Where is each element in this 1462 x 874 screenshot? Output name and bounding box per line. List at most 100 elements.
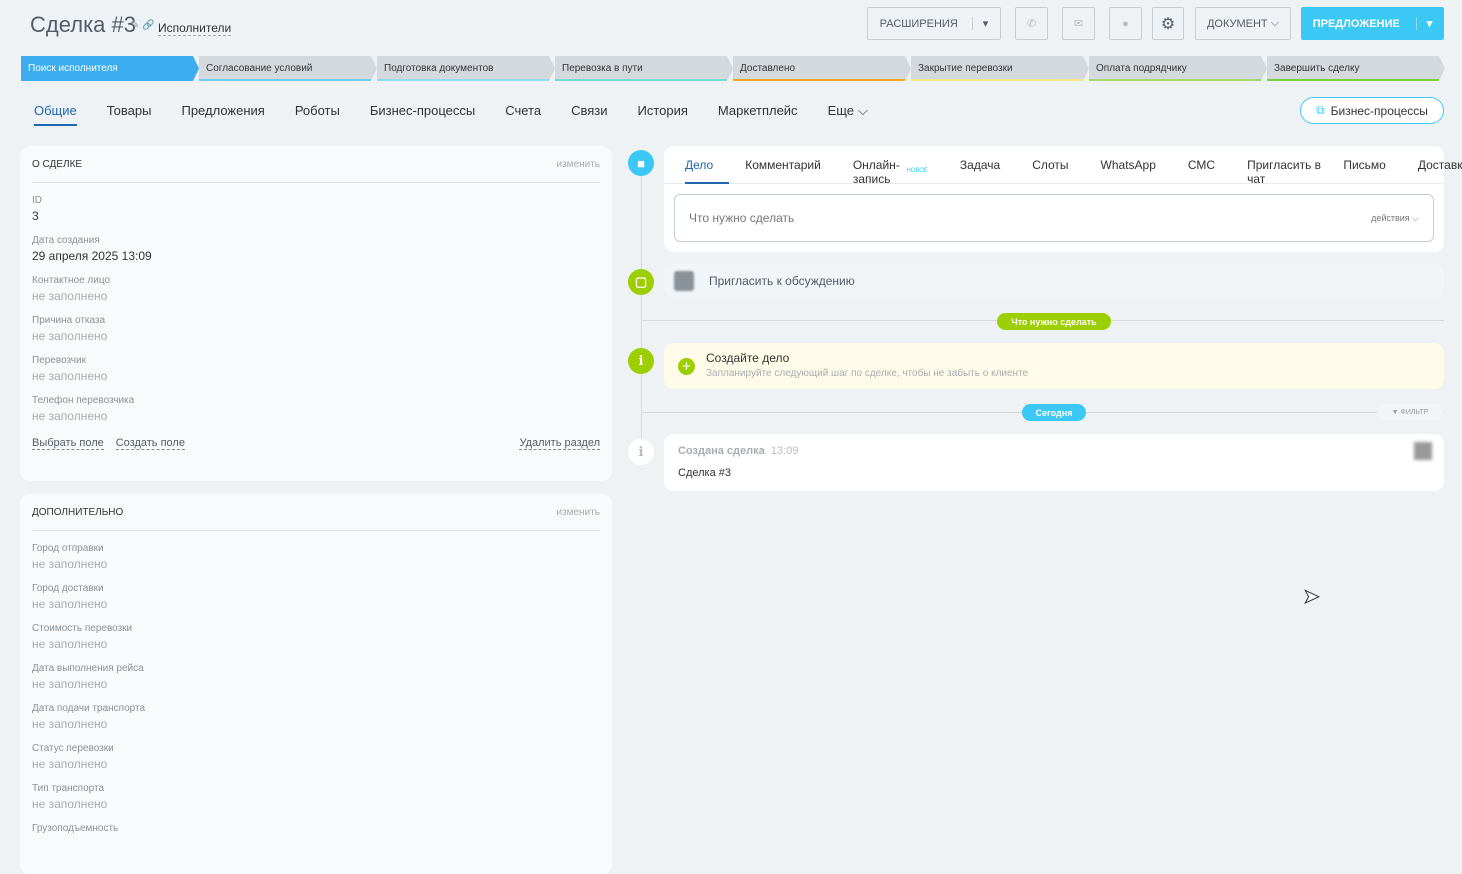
activity-tab-3[interactable]: Задача — [960, 158, 1016, 183]
stage-label: Перевозка в пути — [562, 63, 643, 74]
offer-label: ПРЕДЛОЖЕНИЕ — [1312, 17, 1400, 30]
stage-1[interactable]: Согласование условий — [199, 56, 377, 81]
activity-tab-8[interactable]: Письмо — [1343, 158, 1402, 183]
stage-bar: Поиск исполнителя Согласование условий Под… — [21, 56, 1445, 81]
event-time: 13:09 — [770, 445, 799, 457]
create-field-link[interactable]: Создать поле — [115, 437, 185, 450]
business-processes-button[interactable]: ⧉ Бизнес-процессы — [1300, 97, 1444, 124]
field-label: Перевозчик — [32, 355, 86, 366]
activity-tab-label: Слоты — [1032, 158, 1069, 172]
stage-color-bar — [733, 79, 905, 81]
field-value[interactable]: не заполнено — [32, 677, 600, 691]
tab-4[interactable]: Бизнес-процессы — [370, 103, 475, 126]
tab-1[interactable]: Товары — [107, 103, 152, 126]
stage-5[interactable]: Закрытие перевозки — [911, 56, 1089, 81]
chat-bubble-icon: ▢ — [628, 269, 654, 295]
activity-tab-2[interactable]: Онлайн-запись НОВОЕ — [853, 158, 944, 186]
tab-8[interactable]: Маркетплейс — [718, 103, 798, 126]
select-field-link[interactable]: Выбрать поле — [32, 437, 104, 450]
info-icon: i — [628, 348, 654, 374]
stage-color-bar — [555, 79, 727, 81]
filter-label: ФИЛЬТР — [1400, 408, 1429, 416]
tab-5[interactable]: Счета — [505, 103, 541, 126]
activity-tab-9[interactable]: Доставка — [1418, 158, 1462, 183]
avatar — [674, 271, 694, 291]
timeline-line — [641, 160, 642, 460]
chat-icon[interactable]: ● — [1109, 7, 1142, 40]
extra-edit-link[interactable]: изменить — [556, 507, 600, 518]
field-value[interactable]: не заполнено — [32, 637, 600, 651]
tab-9[interactable]: Еще — [828, 103, 854, 126]
field-value[interactable]: не заполнено — [32, 717, 600, 731]
activity-tab-label: Задача — [959, 158, 1001, 172]
field-label: Статус перевозки — [32, 743, 114, 754]
stage-0[interactable]: Поиск исполнителя — [21, 56, 199, 81]
invite-label: Пригласить к обсуждению — [709, 274, 855, 288]
field-value[interactable]: не заполнено — [32, 597, 600, 611]
tab-3[interactable]: Роботы — [295, 103, 340, 126]
activity-tab-5[interactable]: WhatsApp — [1101, 158, 1172, 183]
bp-icon: ⧉ — [1316, 103, 1325, 117]
activity-tab-7[interactable]: Пригласить в чат — [1247, 158, 1327, 186]
page-title: Сделка #3 — [30, 12, 136, 37]
field-value[interactable]: не заполнено — [32, 409, 600, 423]
extensions-label: РАСШИРЕНИЯ — [879, 17, 958, 30]
tab-0[interactable]: Общие — [34, 103, 77, 126]
about-edit-link[interactable]: изменить — [556, 159, 600, 170]
activity-tab-0[interactable]: Дело — [685, 158, 730, 184]
field-value[interactable]: не заполнено — [32, 369, 600, 383]
performers-dropdown[interactable]: Исполнители — [158, 21, 232, 36]
actions-dropdown[interactable]: действия ⌵ — [1371, 213, 1419, 224]
actions-label: действия — [1371, 212, 1410, 223]
tab-2[interactable]: Предложения — [181, 103, 264, 126]
field-value[interactable]: не заполнено — [32, 289, 600, 303]
filter-button[interactable]: ▼ ФИЛЬТР — [1377, 404, 1443, 420]
field-label: Стоимость перевозки — [32, 623, 133, 634]
stage-2[interactable]: Подготовка документов — [377, 56, 555, 81]
mail-icon[interactable]: ✉ — [1062, 7, 1095, 40]
extra-title: ДОПОЛНИТЕЛЬНО — [32, 507, 124, 518]
edit-link-icons[interactable]: ✎ 🔗 — [131, 20, 155, 31]
activity-tab-label: Пригласить в чат — [1247, 158, 1322, 186]
plus-icon: + — [678, 358, 695, 375]
activity-tab-1[interactable]: Комментарий — [745, 158, 837, 183]
activity-tab-4[interactable]: Слоты — [1032, 158, 1084, 183]
stage-label: Завершить сделку — [1274, 63, 1360, 74]
stage-6[interactable]: Оплата подрядчику — [1089, 56, 1267, 81]
tab-6[interactable]: Связи — [571, 103, 607, 126]
field-value[interactable]: не заполнено — [32, 329, 600, 343]
new-badge: НОВОЕ — [906, 168, 928, 174]
stage-7[interactable]: Завершить сделку — [1267, 56, 1445, 81]
stage-4[interactable]: Доставлено — [733, 56, 911, 81]
field-label: Контактное лицо — [32, 275, 111, 286]
invite-row[interactable]: Пригласить к обсуждению — [664, 264, 1444, 298]
field-value[interactable]: не заполнено — [32, 797, 600, 811]
delete-section-link[interactable]: Удалить раздел — [519, 437, 600, 450]
create-title: Создайте дело — [706, 351, 790, 365]
extensions-button[interactable]: РАСШИРЕНИЯ ▾ — [867, 7, 1001, 40]
main-tabs: Общие Товары Предложения Роботы Бизнес-проце… — [34, 103, 898, 126]
field-value[interactable]: 3 — [32, 209, 600, 223]
create-subtitle: Запланируйте следующий шаг по сделке, чт… — [706, 368, 1029, 379]
chevron-down-icon: ⌵ — [858, 103, 868, 118]
document-button[interactable]: ДОКУМЕНТ ⌵ — [1195, 7, 1291, 40]
activity-panel: Дело Комментарий Онлайн-запись НОВОЕ Задача С… — [664, 146, 1462, 252]
field-label: ID — [32, 195, 42, 206]
field-label: Город отправки — [32, 543, 104, 554]
create-task-panel[interactable]: + Создайте дело Запланируйте следующий ша… — [664, 343, 1444, 389]
gear-icon[interactable]: ⚙ — [1152, 7, 1184, 40]
todo-input[interactable]: Что нужно сделать действия ⌵ — [674, 194, 1434, 242]
field-value[interactable]: не заполнено — [32, 557, 600, 571]
avatar — [1414, 442, 1432, 460]
offer-button[interactable]: ПРЕДЛОЖЕНИЕ ▾ — [1301, 7, 1444, 40]
field-label: Дата создания — [32, 235, 100, 246]
field-value[interactable]: 29 апреля 2025 13:09 — [32, 249, 600, 263]
phone-icon[interactable]: ✆ — [1015, 7, 1048, 40]
field-label: Дата выполнения рейса — [32, 663, 144, 674]
event-card: Создана сделка 13:09 Сделка #3 — [664, 434, 1444, 491]
tab-7[interactable]: История — [638, 103, 688, 126]
field-value[interactable]: не заполнено — [32, 757, 600, 771]
activity-tab-label: Дело — [685, 158, 714, 172]
activity-tab-6[interactable]: СМС — [1188, 158, 1231, 183]
stage-3[interactable]: Перевозка в пути — [555, 56, 733, 81]
